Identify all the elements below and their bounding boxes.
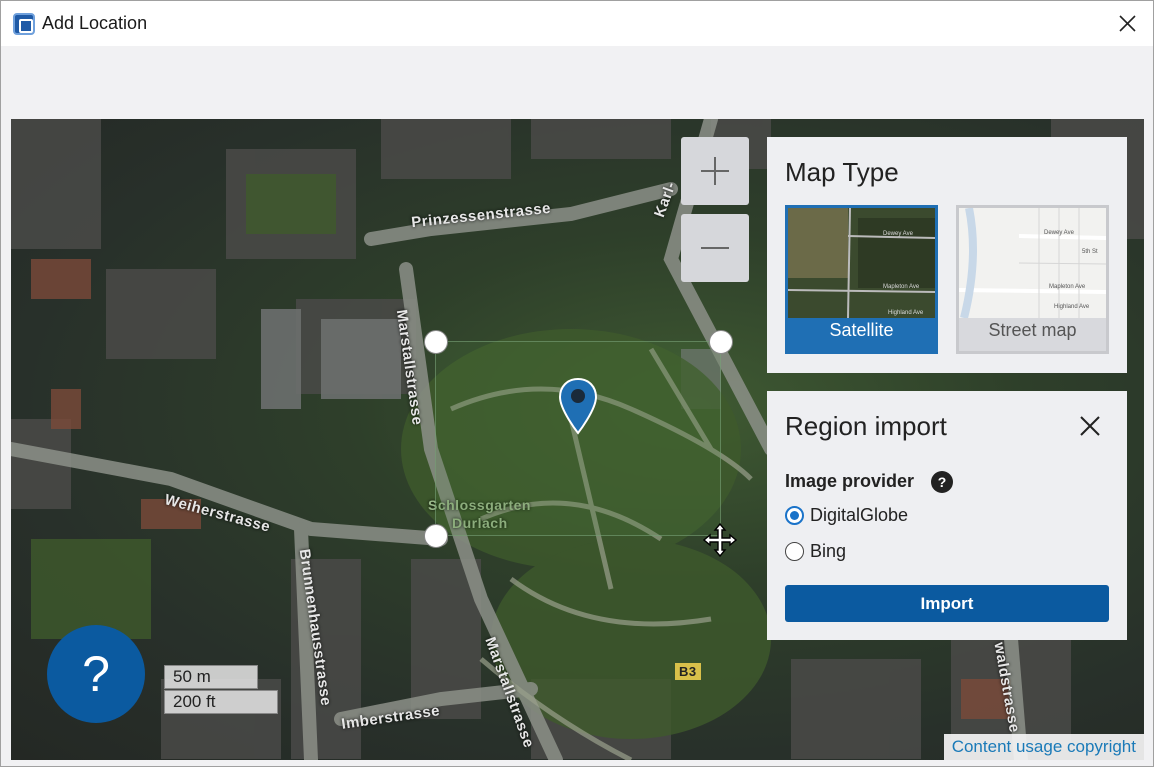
- map-type-satellite-option[interactable]: Dewey Ave Mapleton Ave Highland Ave Sate…: [785, 205, 938, 354]
- location-pin-icon[interactable]: [558, 377, 598, 437]
- minus-icon: [701, 247, 729, 249]
- svg-text:Mapleton Ave: Mapleton Ave: [883, 284, 920, 290]
- close-icon: [1080, 416, 1100, 436]
- street-map-thumbnail: Dewey Ave Mapleton Ave Highland Ave 5th …: [959, 208, 1106, 318]
- satellite-label: Satellite: [829, 320, 894, 340]
- thumb-label-highland: Highland Ave: [1054, 304, 1090, 310]
- import-button[interactable]: Import: [785, 585, 1109, 622]
- map-type-title: Map Type: [785, 157, 899, 187]
- svg-text:Highland Ave: Highland Ave: [888, 310, 924, 316]
- street-map-label: Street map: [988, 320, 1077, 340]
- image-provider-label: Image provider: [785, 471, 915, 491]
- scale-bar-imperial: 200 ft: [164, 690, 278, 714]
- thumb-label-dewey: Dewey Ave: [1044, 230, 1075, 236]
- region-import-title: Region import: [785, 411, 947, 441]
- road-sign-b3: B3: [675, 663, 701, 680]
- scale-bar-metric: 50 m: [164, 665, 258, 689]
- image-provider-help-icon[interactable]: ?: [931, 471, 953, 493]
- provider-option-bing[interactable]: Bing: [785, 541, 846, 562]
- add-location-window: Add Location Prinzessenstrasse Marstalls…: [0, 0, 1154, 767]
- sketchup-app-icon: [13, 13, 35, 35]
- move-cursor-icon: [703, 523, 737, 557]
- provider-option-digitalglobe[interactable]: DigitalGlobe: [785, 505, 908, 526]
- region-handle-bottom-left[interactable]: [424, 524, 448, 548]
- plus-icon: [701, 157, 729, 185]
- satellite-thumbnail: Dewey Ave Mapleton Ave Highland Ave: [788, 208, 935, 318]
- close-icon: [1119, 15, 1136, 32]
- help-button[interactable]: ?: [47, 625, 145, 723]
- map-type-street-option[interactable]: Dewey Ave Mapleton Ave Highland Ave 5th …: [956, 205, 1109, 354]
- region-handle-top-right[interactable]: [709, 330, 733, 354]
- zoom-out-button[interactable]: [681, 214, 749, 282]
- zoom-in-button[interactable]: [681, 137, 749, 205]
- radio-digitalglobe[interactable]: [785, 506, 804, 525]
- region-import-close-button[interactable]: [1077, 413, 1103, 439]
- satellite-thumbnail-image: Dewey Ave Mapleton Ave Highland Ave: [788, 208, 935, 318]
- thumb-label-5th: 5th St: [1082, 249, 1098, 255]
- svg-text:Dewey Ave: Dewey Ave: [883, 231, 914, 237]
- street-map-thumbnail-image: Dewey Ave Mapleton Ave Highland Ave 5th …: [959, 208, 1106, 318]
- region-import-panel: Region import Image provider ? DigitalGl…: [767, 391, 1127, 640]
- region-handle-top-left[interactable]: [424, 330, 448, 354]
- copyright-link[interactable]: Content usage copyright: [943, 734, 1144, 760]
- radio-bing[interactable]: [785, 542, 804, 561]
- region-selection[interactable]: [435, 341, 721, 536]
- provider-bing-label: Bing: [810, 541, 847, 561]
- map-type-panel: Map Type Dewey Ave Mapleton Ave Highland…: [767, 137, 1127, 373]
- close-window-button[interactable]: [1113, 9, 1141, 37]
- title-bar: Add Location: [1, 1, 1153, 46]
- provider-digitalglobe-label: DigitalGlobe: [810, 505, 909, 525]
- thumb-label-mapleton: Mapleton Ave: [1049, 284, 1086, 290]
- toolbar-area: [1, 46, 1153, 119]
- window-title: Add Location: [42, 13, 148, 33]
